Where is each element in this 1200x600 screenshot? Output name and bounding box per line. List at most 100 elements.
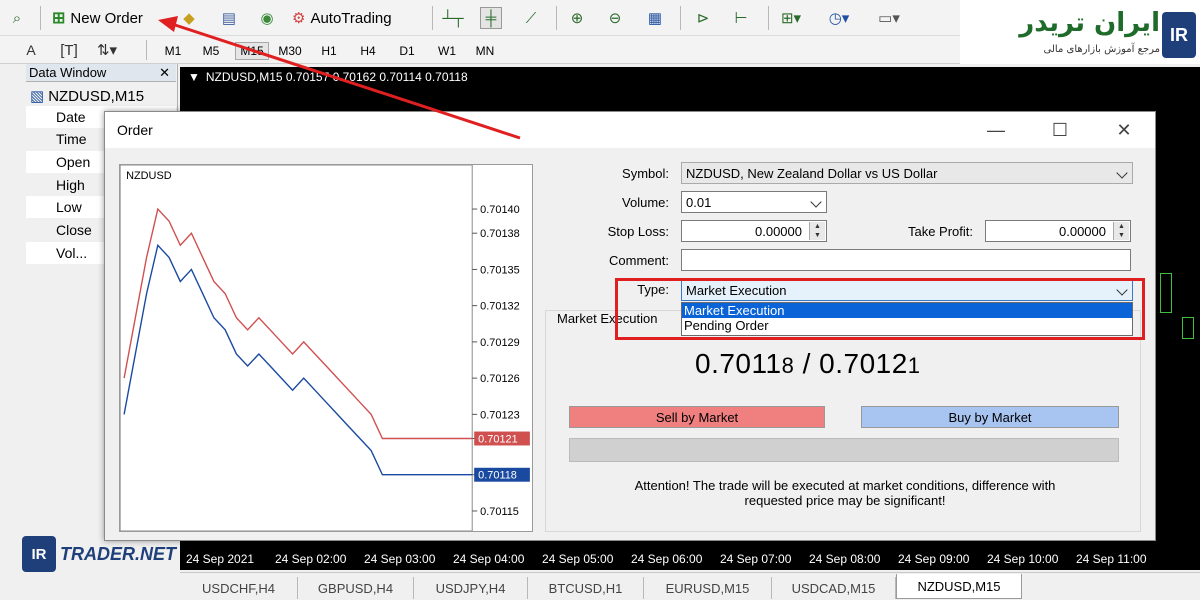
bid-pip: 8 <box>781 353 795 378</box>
toolbar-separator <box>432 6 433 30</box>
y-tick-label: 0.70123 <box>480 409 520 421</box>
profiles-icon[interactable]: ⌕ <box>6 7 28 29</box>
y-tick-label: 0.70132 <box>480 301 520 313</box>
y-tick-label: 0.70115 <box>480 506 519 518</box>
chart-title: NZDUSD <box>126 170 172 182</box>
chart-tab[interactable]: NZDUSD,M15 <box>896 574 1022 599</box>
time-axis-label: 24 Sep 04:00 <box>453 552 525 566</box>
bar-chart-icon[interactable]: ┴┬ <box>442 7 464 29</box>
time-axis: 24 Sep 2021 24 Sep 02:00 24 Sep 03:00 24 Se… <box>180 548 1200 570</box>
chart-tab[interactable]: USDCAD,M15 <box>772 577 896 599</box>
bid-price: 0.7011 <box>695 348 782 379</box>
price-separator: / <box>802 348 811 379</box>
minimize-icon[interactable]: — <box>981 118 1011 142</box>
last-price-label: 0.70121 <box>478 433 518 445</box>
autotrading-button[interactable]: ⚙ AutoTrading <box>292 5 392 31</box>
time-axis-label: 24 Sep 09:00 <box>898 552 970 566</box>
order-dialog: Order — ☐ ✕ NZDUSD 0.70140 0.70138 0.70135… <box>104 111 1156 541</box>
symbol-select[interactable]: NZDUSD, New Zealand Dollar vs US Dollar <box>681 162 1133 184</box>
timeframe-w1[interactable]: W1 <box>432 42 462 60</box>
data-window-title: Data Window ✕ <box>26 64 176 82</box>
y-tick-label: 0.70129 <box>480 337 520 349</box>
stoploss-spinner[interactable]: ▲ ▼ <box>809 222 825 240</box>
chevron-down-icon <box>1116 167 1128 179</box>
y-tick-label: 0.70135 <box>480 264 520 276</box>
time-axis-label: 24 Sep 11:00 <box>1076 552 1147 566</box>
buy-by-market-button[interactable]: Buy by Market <box>861 406 1119 428</box>
templates-icon[interactable]: ▭▾ <box>878 7 900 29</box>
time-axis-label: 24 Sep 07:00 <box>720 552 792 566</box>
close-icon[interactable]: ✕ <box>159 65 170 81</box>
logo-title: ایران تریدر <box>1019 8 1160 38</box>
new-order-icon: ⊞ <box>52 10 66 27</box>
dialog-title: Order <box>117 122 153 138</box>
irtrader-watermark: IR TRADER.NET <box>22 530 176 578</box>
timeframe-m5[interactable]: M5 <box>196 42 226 60</box>
tile-windows-icon[interactable]: ▦ <box>644 7 666 29</box>
takeprofit-spinner[interactable]: ▲ ▼ <box>1113 222 1129 240</box>
stoploss-input[interactable]: 0.00000 ▲ ▼ <box>681 220 827 242</box>
candlestick-chart-icon[interactable]: ╪ <box>480 7 502 29</box>
timeframe-h4[interactable]: H4 <box>353 42 383 60</box>
arrows-icon[interactable]: ⇅▾ <box>96 39 118 61</box>
maximize-icon[interactable]: ☐ <box>1045 118 1075 142</box>
comment-input[interactable] <box>681 249 1131 271</box>
ask-price: 0.7012 <box>819 348 908 379</box>
logo-subtitle: مرجع آموزش بازارهای مالی <box>1043 44 1160 55</box>
time-axis-label: 24 Sep 03:00 <box>364 552 436 566</box>
terminal-icon[interactable]: ▤ <box>218 7 240 29</box>
chart-tab[interactable]: EURUSD,M15 <box>644 577 772 599</box>
timeframe-mn[interactable]: MN <box>470 42 500 60</box>
y-tick-label: 0.70126 <box>480 373 520 385</box>
chart-header: ▼ NZDUSD,M15 0.70157 0.70162 0.70114 0.7… <box>188 70 468 84</box>
zoom-out-icon[interactable]: ⊖ <box>604 7 626 29</box>
timeframe-m1[interactable]: M1 <box>158 42 188 60</box>
takeprofit-input[interactable]: 0.00000 ▲ ▼ <box>985 220 1131 242</box>
tick-chart: NZDUSD 0.70140 0.70138 0.70135 0.70132 0.701… <box>119 164 533 532</box>
strategy-tester-icon[interactable]: ◉ <box>256 7 278 29</box>
timeframe-m30[interactable]: M30 <box>275 42 305 60</box>
watermark-badge: IR <box>22 536 56 572</box>
main-toolbar: ⌕ ⊞ New Order ◆ ▤ ◉ ⚙ AutoTrading ┴┬ ╪ ⟋… <box>0 0 960 36</box>
watermark-text: TRADER.NET <box>60 544 176 564</box>
execution-progress-bar <box>569 438 1119 462</box>
text-label-icon[interactable]: [T] <box>58 39 80 61</box>
chart-tabs: USDCHF,H4 GBPUSD,H4 USDJPY,H4 BTCUSD,H1 EURU… <box>180 572 1200 600</box>
line-chart-icon[interactable]: ⟋ <box>520 7 542 29</box>
chart-icon: ▧ <box>30 88 45 105</box>
timeframe-d1[interactable]: D1 <box>392 42 422 60</box>
iran-trader-logo: ایران تریدر مرجع آموزش بازارهای مالی IR <box>960 0 1200 64</box>
autotrading-icon: ⚙ <box>292 10 306 27</box>
volume-label: Volume: <box>622 195 669 210</box>
chart-tab[interactable]: USDCHF,H4 <box>180 577 298 599</box>
time-axis-label: 24 Sep 10:00 <box>987 552 1059 566</box>
time-axis-label: 24 Sep 02:00 <box>275 552 347 566</box>
periods-icon[interactable]: ◷▾ <box>828 7 850 29</box>
logo-badge: IR <box>1162 12 1196 58</box>
chart-tab[interactable]: BTCUSD,H1 <box>528 577 644 599</box>
chart-tab[interactable]: GBPUSD,H4 <box>298 577 414 599</box>
candle <box>1160 273 1172 313</box>
text-tool-icon[interactable]: A <box>20 39 42 61</box>
chart-shift-icon[interactable]: ⊢ <box>730 7 752 29</box>
timeframe-m15[interactable]: M15 <box>235 42 269 60</box>
time-axis-label: 24 Sep 05:00 <box>542 552 614 566</box>
timeframe-h1[interactable]: H1 <box>314 42 344 60</box>
close-icon[interactable]: ✕ <box>1109 118 1139 142</box>
auto-scroll-icon[interactable]: ⊳ <box>692 7 714 29</box>
symbol-label: Symbol: <box>622 166 669 181</box>
stoploss-label: Stop Loss: <box>607 224 669 239</box>
last-price-label: 0.70118 <box>478 470 517 482</box>
sell-by-market-button[interactable]: Sell by Market <box>569 406 825 428</box>
zoom-in-icon[interactable]: ⊕ <box>566 7 588 29</box>
chart-menu-icon[interactable]: ▼ <box>188 70 200 84</box>
metaeditor-icon[interactable]: ◆ <box>178 7 200 29</box>
indicators-icon[interactable]: ⊞▾ <box>780 7 802 29</box>
toolbar-separator <box>146 40 147 60</box>
toolbar-separator <box>556 6 557 30</box>
toolbar-separator <box>768 6 769 30</box>
chart-tab[interactable]: USDJPY,H4 <box>414 577 528 599</box>
volume-select[interactable]: 0.01 <box>681 191 827 213</box>
type-highlight-box <box>615 278 1145 340</box>
new-order-button[interactable]: ⊞ New Order <box>52 5 143 31</box>
